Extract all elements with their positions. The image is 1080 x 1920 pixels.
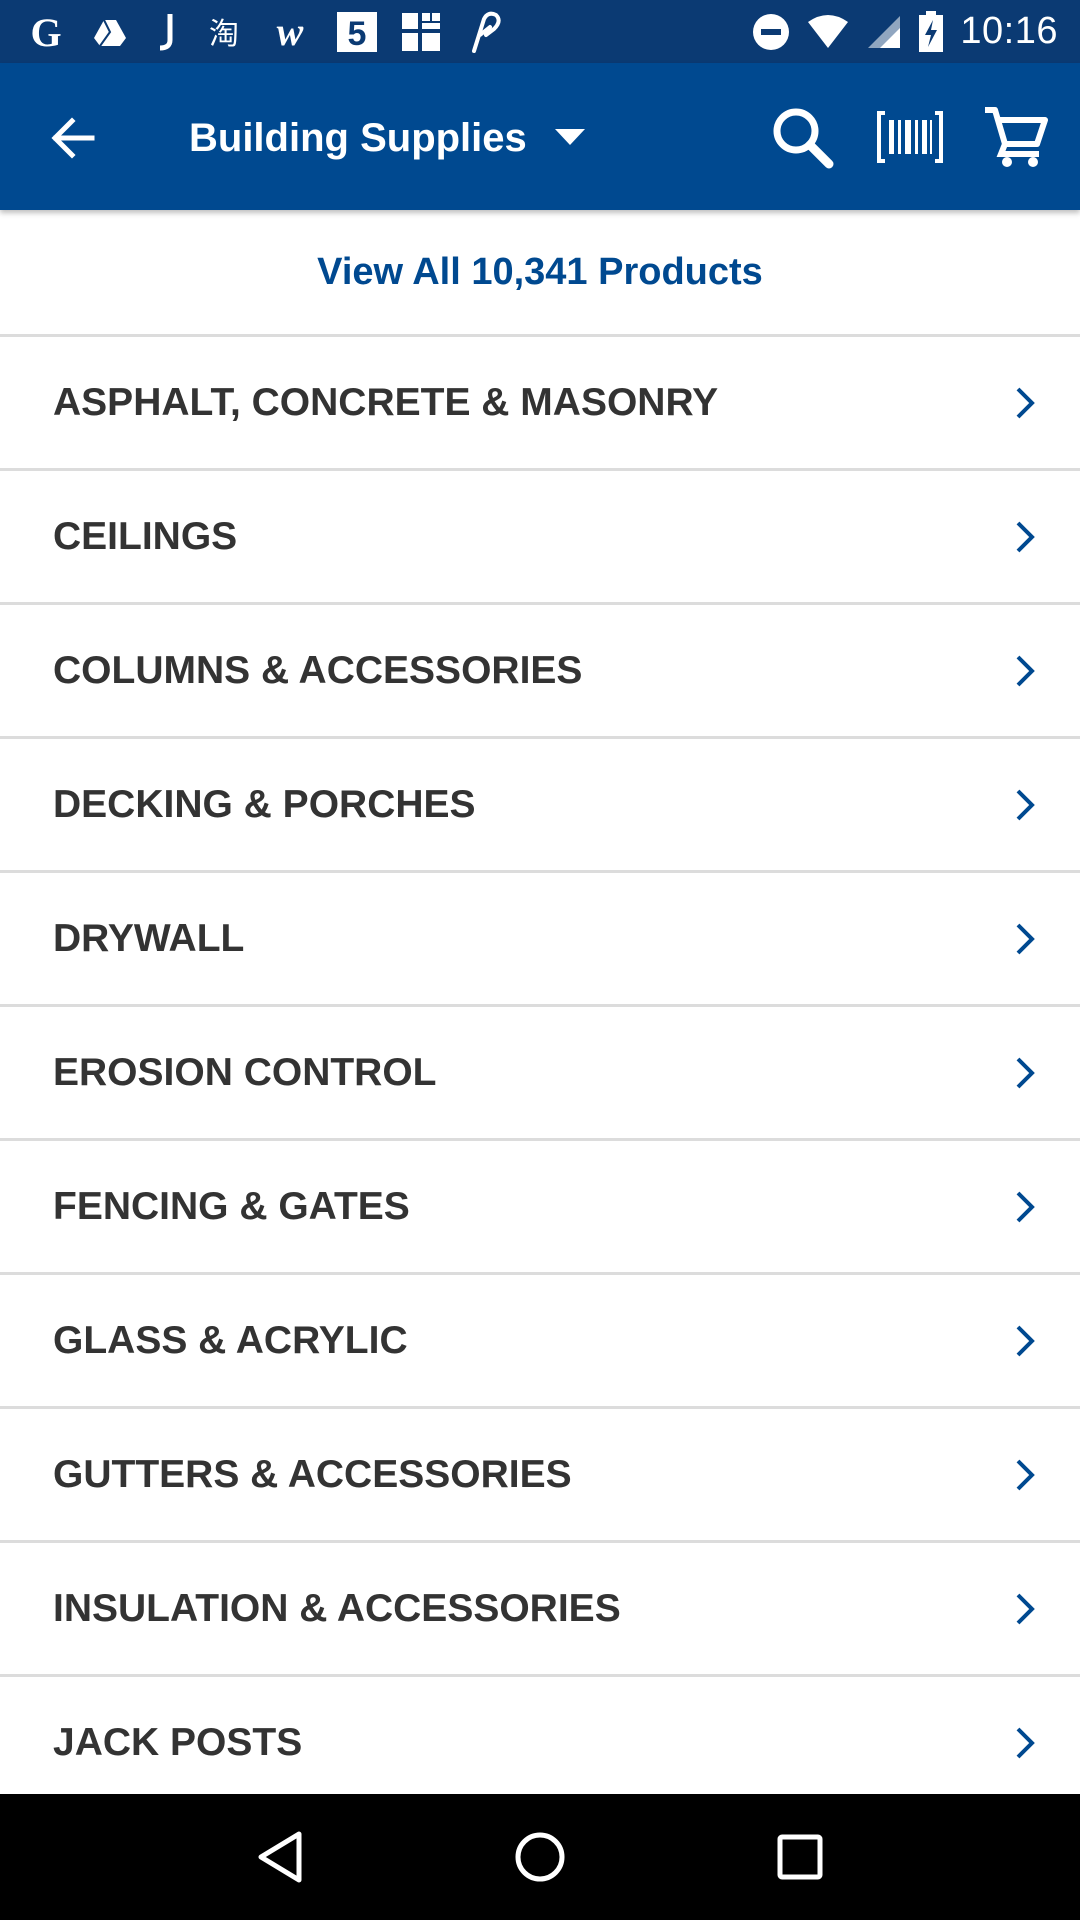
category-item-erosion-control[interactable]: EROSION CONTROL [0,1007,1080,1141]
chevron-right-icon [1014,1458,1036,1492]
back-triangle-icon [258,1831,302,1883]
chevron-right-icon [1014,922,1036,956]
category-item-label: COLUMNS & ACCESSORIES [53,648,583,692]
category-item-fencing-gates[interactable]: FENCING & GATES [0,1141,1080,1275]
barcode-scan-icon [877,111,943,163]
category-item-asphalt-concrete-masonry[interactable]: ASPHALT, CONCRETE & MASONRY [0,337,1080,471]
status-notification-icons: G 淘 w 5 [24,0,526,63]
taobao-icon: 淘 [204,10,244,54]
chevron-right-icon [1014,520,1036,554]
category-item-columns-accessories[interactable]: COLUMNS & ACCESSORIES [0,605,1080,739]
j-app-icon [152,10,182,54]
link-app-icon [464,10,504,54]
status-system-icons: 10:16 [752,0,1058,63]
five-app-icon: 5 [336,10,378,54]
wifi-icon [806,10,850,54]
barcode-scan-button[interactable] [872,99,948,175]
back-button[interactable] [38,103,108,173]
category-item-insulation-accessories[interactable]: INSULATION & ACCESSORIES [0,1543,1080,1677]
cell-signal-icon [866,10,902,54]
svg-text:5: 5 [348,15,367,53]
battery-charging-icon [918,10,944,54]
chevron-right-icon [1014,1592,1036,1626]
google-icon: G [24,10,68,54]
category-list: ASPHALT, CONCRETE & MASONRY CEILINGS COL… [0,337,1080,1811]
category-item-ceilings[interactable]: CEILINGS [0,471,1080,605]
svg-text:G: G [30,10,61,54]
category-item-glass-acrylic[interactable]: GLASS & ACRYLIC [0,1275,1080,1409]
category-item-label: DECKING & PORCHES [53,782,476,826]
do-not-disturb-icon [752,10,790,54]
nav-home-button[interactable] [495,1812,585,1902]
category-item-label: ASPHALT, CONCRETE & MASONRY [53,380,719,424]
category-item-jack-posts[interactable]: JACK POSTS [0,1677,1080,1811]
chevron-right-icon [1014,386,1036,420]
search-button[interactable] [764,99,840,175]
category-item-label: GUTTERS & ACCESSORIES [53,1452,572,1496]
category-item-gutters-accessories[interactable]: GUTTERS & ACCESSORIES [0,1409,1080,1543]
cart-button[interactable] [978,99,1054,175]
category-item-label: EROSION CONTROL [53,1050,437,1094]
category-item-label: INSULATION & ACCESSORIES [53,1586,621,1630]
w-app-icon: w [266,10,314,54]
system-navigation-bar [0,1794,1080,1920]
search-icon [773,108,834,169]
category-item-label: FENCING & GATES [53,1184,410,1228]
chevron-right-icon [1014,1056,1036,1090]
chevron-right-icon [1014,788,1036,822]
chevron-right-icon [1014,1726,1036,1760]
cart-icon [985,107,1048,167]
category-dropdown[interactable]: Building Supplies [189,103,585,173]
view-all-products-label: View All 10,341 Products [317,250,763,293]
svg-text:w: w [277,12,304,52]
status-time: 10:16 [960,10,1058,52]
back-arrow-icon [51,117,95,159]
recents-square-icon [777,1834,823,1880]
category-item-decking-porches[interactable]: DECKING & PORCHES [0,739,1080,873]
chevron-right-icon [1014,1324,1036,1358]
category-item-label: JACK POSTS [53,1720,303,1764]
chevron-right-icon [1014,654,1036,688]
grid-app-icon [400,10,442,54]
chevron-right-icon [1014,1190,1036,1224]
google-drive-icon [90,10,130,54]
status-bar: G 淘 w 5 10:16 [0,0,1080,63]
category-item-label: DRYWALL [53,916,245,960]
home-circle-icon [515,1832,565,1882]
caret-down-icon [554,129,585,147]
svg-text:淘: 淘 [209,17,239,52]
category-item-label: CEILINGS [53,514,238,558]
category-item-label: GLASS & ACRYLIC [53,1318,408,1362]
view-all-products-link[interactable]: View All 10,341 Products [0,210,1080,337]
page-title: Building Supplies [189,115,527,160]
category-item-drywall[interactable]: DRYWALL [0,873,1080,1007]
nav-recents-button[interactable] [755,1812,845,1902]
nav-back-button[interactable] [235,1812,325,1902]
app-bar: Building Supplies [0,63,1080,210]
